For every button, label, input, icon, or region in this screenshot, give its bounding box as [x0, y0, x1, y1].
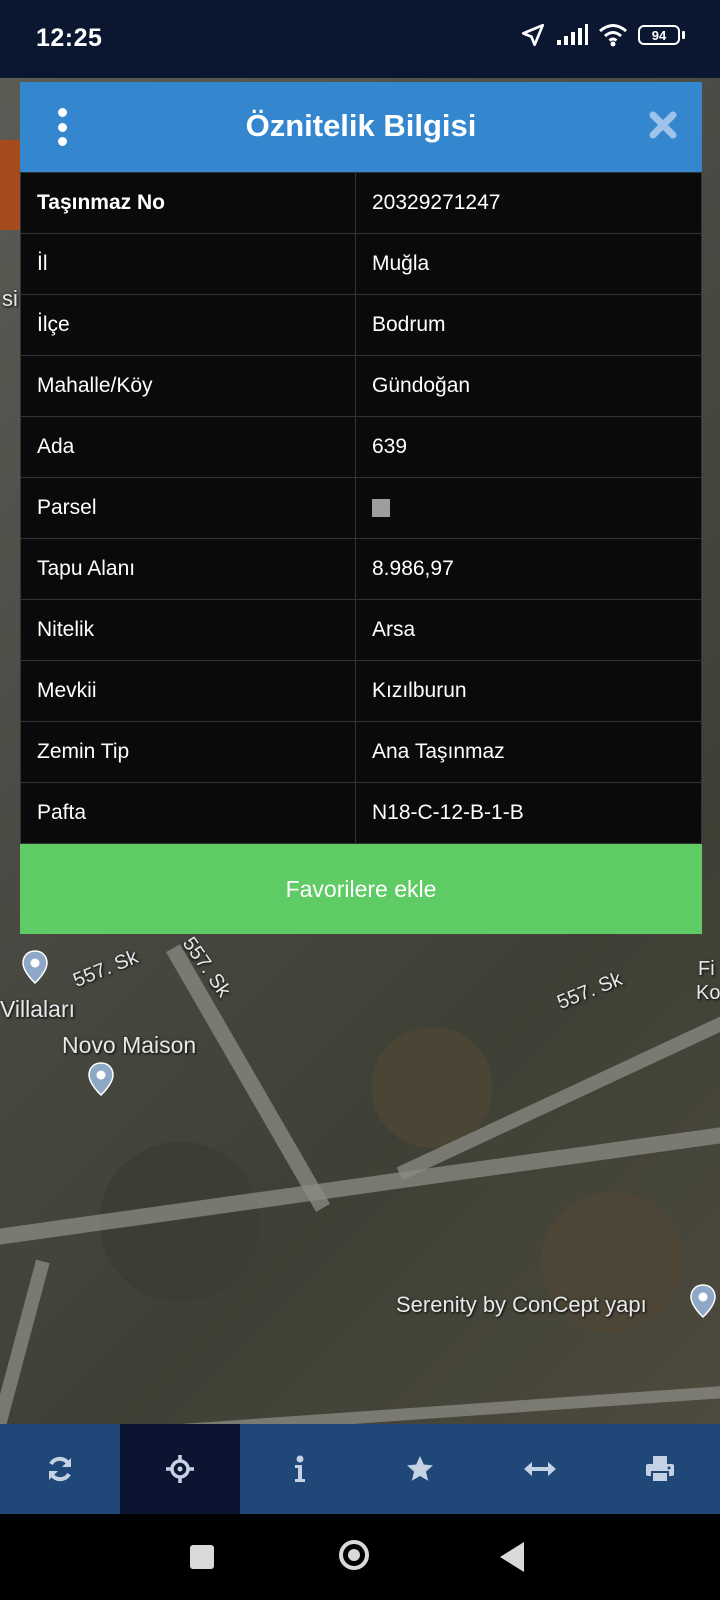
attribute-table: Taşınmaz No 20329271247 İl Muğla İlçe Bodru…	[20, 172, 702, 844]
map-road	[0, 1125, 720, 1247]
info-icon	[295, 1455, 305, 1482]
print-icon	[646, 1456, 674, 1483]
status-icons: 94	[520, 22, 685, 48]
attribute-label: Tapu Alanı	[20, 538, 356, 600]
print-button[interactable]	[600, 1424, 720, 1514]
attribute-label: İlçe	[20, 294, 356, 356]
map-label-novo-maison: Novo Maison	[62, 1032, 197, 1058]
map-label-edge: si	[2, 286, 18, 311]
attribute-value: Bodrum	[355, 294, 702, 356]
attribute-dialog: Öznitelik Bilgisi Taşınmaz No 20329271247…	[20, 82, 702, 934]
wifi-icon	[599, 24, 627, 47]
map-pin-icon[interactable]	[690, 1284, 716, 1318]
table-row: Pafta N18-C-12-B-1-B	[20, 782, 702, 844]
attribute-value: Kızılburun	[355, 660, 702, 722]
signal-icon	[557, 24, 588, 45]
dialog-header: Öznitelik Bilgisi	[20, 82, 702, 172]
add-to-favorites-button[interactable]: Favorilere ekle	[20, 844, 702, 934]
table-row: İlçe Bodrum	[20, 294, 702, 356]
map-toolbar	[0, 1424, 720, 1514]
location-arrow-icon	[521, 23, 545, 47]
measure-button[interactable]	[480, 1424, 600, 1514]
table-row: Mahalle/Köy Gündoğan	[20, 355, 702, 417]
dialog-title: Öznitelik Bilgisi	[245, 108, 477, 143]
table-row: Taşınmaz No 20329271247	[20, 172, 702, 234]
map-pin-icon[interactable]	[88, 1062, 114, 1096]
attribute-label: Mevkii	[20, 660, 356, 722]
map-road	[0, 1259, 50, 1424]
attribute-label: Mahalle/Köy	[20, 355, 356, 417]
attribute-label: Ada	[20, 416, 356, 478]
attribute-label: Parsel	[20, 477, 356, 539]
attribute-value: Ana Taşınmaz	[355, 721, 702, 783]
measure-icon	[524, 1462, 556, 1476]
map-road	[166, 944, 330, 1212]
locate-button[interactable]	[120, 1424, 240, 1514]
attribute-value: N18-C-12-B-1-B	[355, 782, 702, 844]
table-row: Mevkii Kızılburun	[20, 660, 702, 722]
attribute-label: Zemin Tip	[20, 721, 356, 783]
table-row: Ada 639	[20, 416, 702, 478]
battery-icon: 94	[638, 25, 685, 45]
attribute-label: Nitelik	[20, 599, 356, 661]
battery-level: 94	[651, 27, 667, 43]
table-row: Nitelik Arsa	[20, 599, 702, 661]
map-label-villalari: Villaları	[0, 996, 75, 1022]
attribute-value: 639	[355, 416, 702, 478]
clock: 12:25	[36, 24, 103, 52]
table-row: Tapu Alanı 8.986,97	[20, 538, 702, 600]
map-label-street: 557. Sk	[70, 946, 142, 992]
table-row: Parsel	[20, 477, 702, 539]
attribute-label: İl	[20, 233, 356, 295]
map-label-edge: Fi	[698, 958, 715, 980]
table-row: Zemin Tip Ana Taşınmaz	[20, 721, 702, 783]
favorites-button[interactable]	[360, 1424, 480, 1514]
crosshair-icon	[166, 1455, 194, 1483]
system-nav-bar	[0, 1514, 720, 1600]
attribute-value: 20329271247	[355, 172, 702, 234]
table-row: İl Muğla	[20, 233, 702, 295]
attribute-value: Muğla	[355, 233, 702, 295]
back-button[interactable]	[500, 1542, 524, 1572]
attribute-label: Pafta	[20, 782, 356, 844]
map-label-street: 557. Sk	[554, 968, 626, 1014]
recents-button[interactable]	[190, 1545, 214, 1569]
attribute-value: Arsa	[355, 599, 702, 661]
map-road	[80, 1384, 720, 1424]
home-button[interactable]	[339, 1540, 369, 1570]
star-icon	[407, 1456, 433, 1481]
map-pin-icon[interactable]	[22, 950, 48, 984]
attribute-value: 8.986,97	[355, 538, 702, 600]
attribute-value: Gündoğan	[355, 355, 702, 417]
refresh-button[interactable]	[0, 1424, 120, 1514]
close-icon[interactable]	[646, 108, 680, 142]
attribute-label: Taşınmaz No	[20, 172, 356, 234]
parsel-value-placeholder	[372, 499, 390, 518]
map-label-edge: Ko	[696, 982, 720, 1004]
refresh-icon	[49, 1456, 71, 1482]
status-bar: 12:25 94	[0, 0, 720, 78]
info-button[interactable]	[240, 1424, 360, 1514]
map-label-serenity: Serenity by ConCept yapı	[396, 1292, 647, 1317]
attribute-value	[355, 477, 702, 539]
